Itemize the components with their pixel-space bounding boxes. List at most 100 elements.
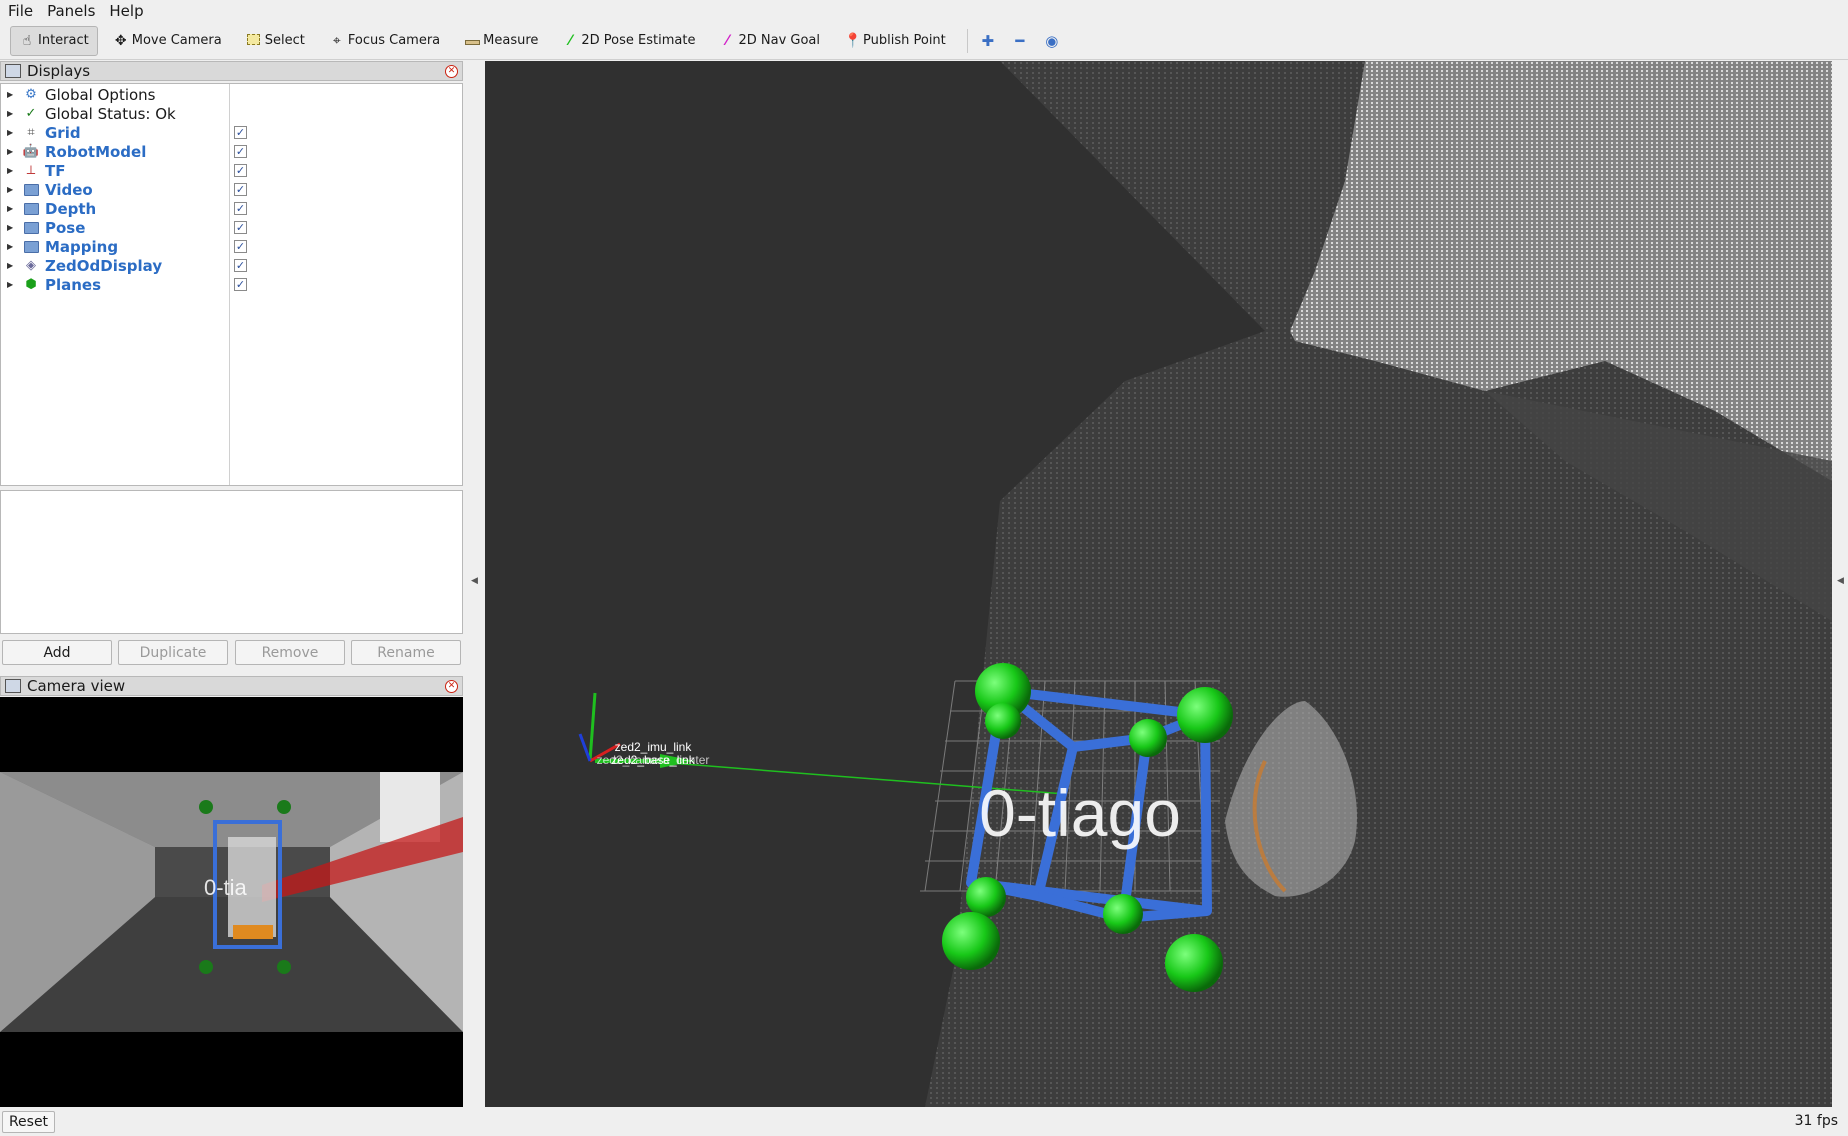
expand-arrow-icon[interactable]: ▶ xyxy=(7,185,17,194)
select-tool-button[interactable]: Select xyxy=(237,26,314,56)
pose-estimate-icon: ⁄ xyxy=(569,32,572,49)
tree-item-mapping[interactable]: ▶ Mapping ✓ xyxy=(1,237,461,256)
displays-button-row: Add Duplicate Remove Rename xyxy=(0,640,463,666)
tree-item-depth[interactable]: ▶ Depth ✓ xyxy=(1,199,461,218)
scene-canvas: zed2_imu_link zed2_base_link zed2_camera… xyxy=(578,61,1832,1107)
grid-icon: ⌗ xyxy=(27,125,35,140)
folder-icon xyxy=(23,201,39,217)
tree-item-label: Depth xyxy=(45,199,97,218)
remove-button[interactable]: Remove xyxy=(235,640,345,665)
tree-item-label: Video xyxy=(45,180,93,199)
tree-item-robotmodel[interactable]: ▶ 🤖 RobotModel ✓ xyxy=(1,142,461,161)
expand-arrow-icon[interactable]: ▶ xyxy=(7,147,17,156)
interact-tool-button[interactable]: ☝ Interact xyxy=(10,25,98,56)
expand-arrow-icon[interactable]: ▶ xyxy=(7,128,17,137)
menu-file[interactable]: File xyxy=(8,2,33,20)
view-options-icon[interactable]: ◉ xyxy=(1038,27,1066,55)
tf-axis-z xyxy=(578,733,592,762)
left-splitter[interactable]: ◀ xyxy=(466,61,484,1107)
nav-goal-tool-button[interactable]: ⁄ 2D Nav Goal xyxy=(710,26,829,56)
close-icon[interactable]: ✕ xyxy=(445,65,458,78)
menu-bar: File Panels Help xyxy=(0,0,1848,22)
tree-item-label: Mapping xyxy=(45,237,119,256)
3d-render-viewport[interactable]: zed2_imu_link zed2_base_link zed2_camera… xyxy=(485,61,1832,1107)
tool-toolbar: ☝ Interact ✥ Move Camera Select ⌖ Focus Cam… xyxy=(0,22,1848,60)
expand-arrow-icon[interactable]: ▶ xyxy=(7,242,17,251)
tree-item-label: Global Status: Ok xyxy=(45,104,176,123)
robot-model-icon: 🤖 xyxy=(22,144,40,159)
select-label: Select xyxy=(264,33,305,48)
rename-button[interactable]: Rename xyxy=(351,640,461,665)
enable-checkbox[interactable]: ✓ xyxy=(234,278,247,291)
camera-title-text: Camera view xyxy=(27,677,126,695)
menu-help[interactable]: Help xyxy=(109,2,143,20)
status-ok-icon: ✓ xyxy=(25,106,37,121)
tree-item-planes[interactable]: ▶ ⬢ Planes ✓ xyxy=(1,275,461,294)
interact-label: Interact xyxy=(38,33,89,48)
tree-item-label: Pose xyxy=(45,218,86,237)
expand-arrow-icon[interactable]: ▶ xyxy=(7,109,17,118)
duplicate-button[interactable]: Duplicate xyxy=(118,640,228,665)
enable-checkbox[interactable]: ✓ xyxy=(234,183,247,196)
focus-camera-label: Focus Camera xyxy=(347,33,441,48)
tree-item-label: RobotModel xyxy=(45,142,147,161)
reset-button[interactable]: Reset xyxy=(2,1111,55,1133)
enable-checkbox[interactable]: ✓ xyxy=(234,259,247,272)
camera-overlay-label: 0-tia xyxy=(204,875,248,900)
zed-od-icon: ◈ xyxy=(26,258,36,273)
measure-label: Measure xyxy=(483,33,539,48)
move-camera-icon: ✥ xyxy=(114,32,127,49)
add-button[interactable]: Add xyxy=(2,640,112,665)
expand-arrow-icon[interactable]: ▶ xyxy=(7,261,17,270)
tree-item-zedoddisplay[interactable]: ▶ ◈ ZedOdDisplay ✓ xyxy=(1,256,461,275)
focus-camera-tool-button[interactable]: ⌖ Focus Camera xyxy=(320,26,449,56)
tree-item-label: Grid xyxy=(45,123,81,142)
expand-arrow-icon[interactable]: ▶ xyxy=(7,166,17,175)
tree-item-global-options[interactable]: ▶ ⚙ Global Options xyxy=(1,85,461,104)
add-tool-icon[interactable]: ✚ xyxy=(974,27,1002,55)
publish-point-tool-button[interactable]: 📍 Publish Point xyxy=(835,26,955,56)
right-splitter[interactable]: ◀ xyxy=(1832,61,1848,1107)
expand-arrow-icon[interactable]: ▶ xyxy=(7,90,17,99)
measure-tool-button[interactable]: Measure xyxy=(455,26,547,56)
expand-arrow-icon[interactable]: ▶ xyxy=(7,280,17,289)
tree-item-global-status[interactable]: ▶ ✓ Global Status: Ok xyxy=(1,104,461,123)
camera-panel-title: Camera view ✕ xyxy=(0,676,463,696)
toolbar-separator xyxy=(966,28,968,53)
measure-icon xyxy=(464,33,480,49)
enable-checkbox[interactable]: ✓ xyxy=(234,126,247,139)
object-label: 0-tiago xyxy=(979,776,1181,850)
displays-title-text: Displays xyxy=(27,62,91,80)
move-camera-label: Move Camera xyxy=(131,33,222,48)
close-icon[interactable]: ✕ xyxy=(445,680,458,693)
tf-axis-y xyxy=(588,692,597,762)
status-bar: Reset 31 fps xyxy=(0,1108,1848,1136)
expand-arrow-icon[interactable]: ▶ xyxy=(7,204,17,213)
remove-tool-icon[interactable]: ━ xyxy=(1006,27,1034,55)
enable-checkbox[interactable]: ✓ xyxy=(234,202,247,215)
collapse-left-icon[interactable]: ◀ xyxy=(471,576,478,586)
menu-panels[interactable]: Panels xyxy=(47,2,95,20)
tf-label-center: zed2_camera_center xyxy=(597,753,710,767)
monitor-icon xyxy=(5,64,21,78)
expand-arrow-icon[interactable]: ▶ xyxy=(7,223,17,232)
folder-icon xyxy=(23,239,39,255)
tree-item-pose[interactable]: ▶ Pose ✓ xyxy=(1,218,461,237)
cursor-icon: ☝ xyxy=(22,32,32,49)
tree-item-tf[interactable]: ▶ ⟂ TF ✓ xyxy=(1,161,461,180)
collapse-right-icon[interactable]: ◀ xyxy=(1837,576,1844,586)
tree-item-video[interactable]: ▶ Video ✓ xyxy=(1,180,461,199)
enable-checkbox[interactable]: ✓ xyxy=(234,240,247,253)
focus-camera-icon: ⌖ xyxy=(332,32,341,49)
enable-checkbox[interactable]: ✓ xyxy=(234,145,247,158)
move-camera-tool-button[interactable]: ✥ Move Camera xyxy=(104,26,231,56)
global-options-icon: ⚙ xyxy=(25,87,37,102)
tree-item-label: Planes xyxy=(45,275,102,294)
tree-item-label: ZedOdDisplay xyxy=(45,256,163,275)
enable-checkbox[interactable]: ✓ xyxy=(234,164,247,177)
pose-estimate-tool-button[interactable]: ⁄ 2D Pose Estimate xyxy=(553,26,704,56)
tree-item-grid[interactable]: ▶ ⌗ Grid ✓ xyxy=(1,123,461,142)
displays-tree: ▶ ⚙ Global Options ▶ ✓ Global Status: Ok… xyxy=(0,83,463,486)
pose-estimate-label: 2D Pose Estimate xyxy=(581,33,696,48)
enable-checkbox[interactable]: ✓ xyxy=(234,221,247,234)
